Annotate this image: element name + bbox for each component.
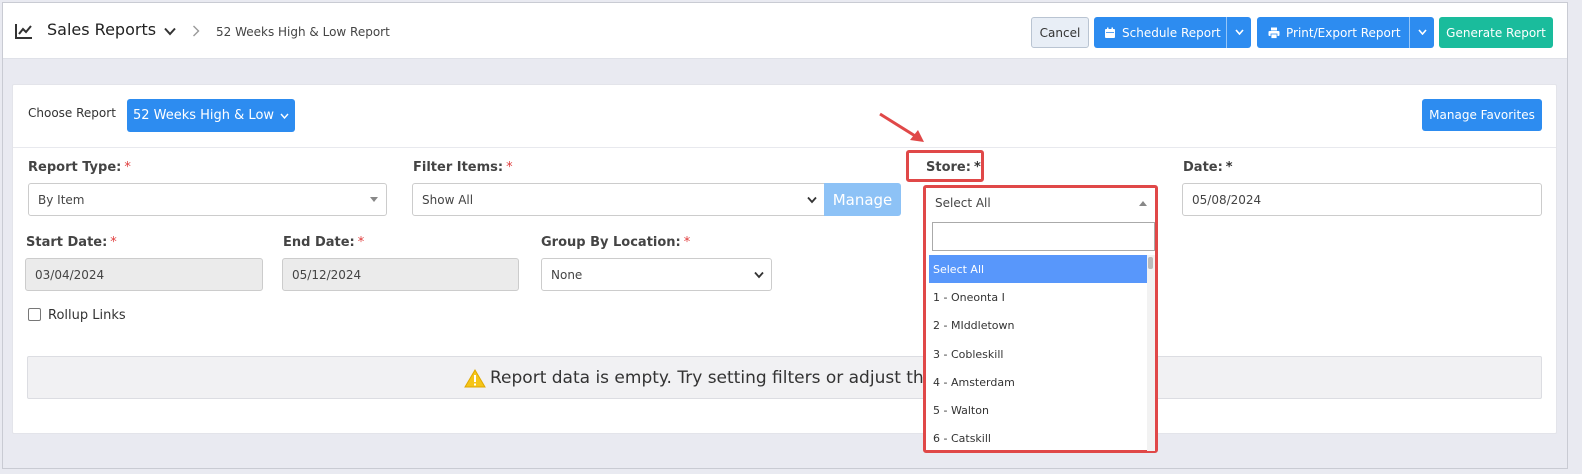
choose-report-dropdown[interactable]: 52 Weeks High & Low — [127, 99, 295, 132]
cancel-button-label: Cancel — [1039, 25, 1081, 40]
rollup-links-label[interactable]: Rollup Links — [48, 308, 126, 323]
store-label: Store: * — [926, 160, 981, 175]
chevron-down-icon — [754, 271, 764, 279]
filter-items-label: Filter Items: * — [413, 160, 513, 175]
start-date-input[interactable]: 03/04/2024 — [25, 258, 263, 291]
store-options-scrollbar[interactable] — [1147, 255, 1155, 451]
caret-down-icon[interactable] — [1418, 29, 1427, 35]
printer-icon — [1268, 27, 1280, 39]
manage-filter-label: Manage — [832, 190, 893, 209]
report-type-value: By Item — [38, 192, 85, 207]
store-options-list: Select All 1 - Oneonta I 2 - MIddletown … — [929, 255, 1147, 451]
cancel-button[interactable]: Cancel — [1031, 17, 1089, 48]
line-chart-icon — [15, 24, 32, 39]
filter-items-value: Show All — [422, 192, 474, 207]
breadcrumb-current: 52 Weeks High & Low Report — [216, 25, 390, 39]
calendar-icon — [1105, 27, 1115, 38]
schedule-report-label: Schedule Report — [1122, 25, 1221, 40]
schedule-report-button[interactable]: Schedule Report — [1094, 17, 1251, 48]
date-label: Date: * — [1183, 160, 1233, 175]
empty-state-text: Report data is empty. Try setting filter… — [490, 368, 935, 388]
end-date-value: 05/12/2024 — [292, 267, 362, 282]
report-type-select[interactable]: By Item — [28, 183, 387, 216]
store-option[interactable]: 3 - Cobleskill — [929, 340, 1147, 368]
page-title[interactable]: Sales Reports — [47, 20, 156, 39]
manage-filter-button[interactable]: Manage — [824, 183, 901, 216]
empty-state-message: Report data is empty. Try setting filter… — [464, 368, 934, 388]
caret-down-icon — [370, 197, 378, 202]
store-dropdown[interactable]: Select All Select All 1 - Oneonta I 2 - … — [923, 185, 1158, 453]
filter-items-select[interactable]: Show All — [412, 183, 825, 216]
scrollbar-thumb[interactable] — [1148, 257, 1153, 269]
annotation-arrow — [879, 112, 924, 142]
rollup-links-checkbox[interactable] — [28, 308, 41, 321]
store-option[interactable]: Select All — [929, 255, 1147, 284]
group-by-location-value: None — [551, 267, 583, 282]
choose-report-label: Choose Report — [28, 106, 116, 120]
caret-down-icon[interactable] — [1235, 29, 1244, 35]
group-by-location-label: Group By Location: * — [541, 235, 691, 250]
chevron-down-icon — [807, 196, 817, 204]
divider — [13, 147, 1556, 148]
empty-state-box: Report data is empty. Try setting filter… — [27, 356, 1542, 399]
chevron-right-icon — [193, 25, 200, 37]
caret-up-icon — [1139, 201, 1147, 206]
date-value: 05/08/2024 — [1192, 192, 1262, 207]
store-select-value: Select All — [935, 196, 991, 210]
end-date-label: End Date: * — [283, 235, 365, 250]
store-option[interactable]: 5 - Walton — [929, 396, 1147, 424]
start-date-label: Start Date: * — [26, 235, 117, 250]
store-option[interactable]: 4 - Amsterdam — [929, 368, 1147, 396]
store-option[interactable]: 2 - MIddletown — [929, 312, 1147, 340]
print-export-label: Print/Export Report — [1286, 25, 1401, 40]
store-search-input[interactable] — [932, 222, 1155, 251]
report-type-label: Report Type: * — [28, 160, 131, 175]
end-date-input[interactable]: 05/12/2024 — [282, 258, 519, 291]
print-export-button[interactable]: Print/Export Report — [1257, 17, 1434, 48]
store-option[interactable]: 1 - Oneonta I — [929, 283, 1147, 311]
manage-favorites-label: Manage Favorites — [1429, 108, 1535, 122]
store-option[interactable]: 6 - Catskill — [929, 425, 1147, 453]
chevron-down-icon[interactable] — [164, 27, 176, 36]
date-input[interactable]: 05/08/2024 — [1182, 183, 1542, 216]
group-by-location-select[interactable]: None — [541, 258, 772, 291]
generate-report-label: Generate Report — [1446, 25, 1546, 40]
generate-report-button[interactable]: Generate Report — [1439, 17, 1553, 48]
chevron-down-icon — [280, 113, 289, 119]
store-select[interactable]: Select All — [929, 189, 1155, 217]
start-date-value: 03/04/2024 — [35, 267, 105, 282]
manage-favorites-button[interactable]: Manage Favorites — [1422, 99, 1542, 131]
choose-report-value: 52 Weeks High & Low — [132, 108, 275, 123]
warning-icon — [464, 368, 486, 387]
